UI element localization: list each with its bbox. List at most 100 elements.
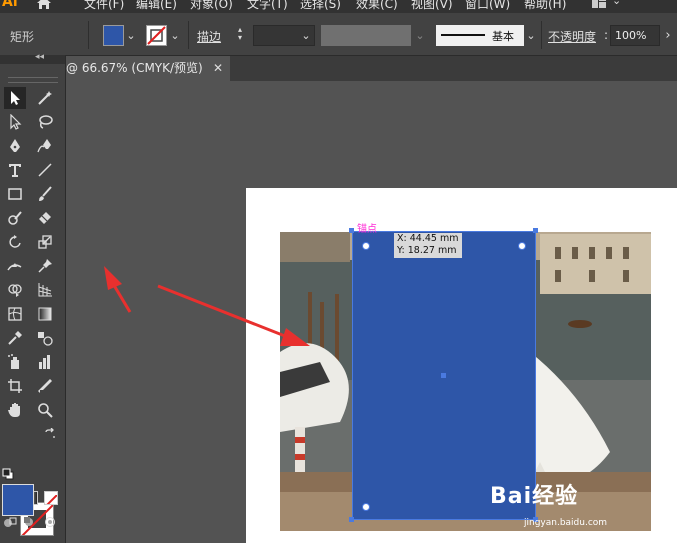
rectangle-tool[interactable]: [4, 183, 26, 205]
no-stroke-icon: [147, 26, 166, 45]
line-icon: [38, 163, 52, 177]
zoom-icon: [38, 403, 53, 418]
type-tool[interactable]: [4, 159, 26, 181]
paintbrush-icon: [39, 186, 52, 201]
current-tool-name: 矩形: [10, 30, 35, 44]
divider: [541, 21, 542, 49]
shaper-icon: [8, 211, 22, 225]
direct-selection-tool[interactable]: [4, 111, 26, 133]
corner-widget[interactable]: [362, 242, 370, 250]
magic-wand-tool[interactable]: [34, 87, 56, 109]
baidu-watermark: Bai经验: [490, 478, 578, 510]
fill-swatch[interactable]: [103, 25, 124, 46]
gradient-icon: [38, 307, 52, 321]
swap-fill-stroke-icon[interactable]: [44, 428, 56, 440]
default-fill-stroke-icon[interactable]: [2, 468, 14, 480]
perspective-grid-icon: [38, 283, 52, 297]
eyedropper-icon: [8, 331, 22, 345]
stroke-dropdown[interactable]: ⌄: [168, 25, 182, 46]
mesh-icon: [8, 307, 22, 321]
hand-tool[interactable]: [4, 399, 26, 421]
artboard-tool[interactable]: [4, 375, 26, 397]
bounding-box-handle[interactable]: [349, 228, 354, 233]
menu-select[interactable]: 选择(S): [300, 0, 341, 12]
menu-window[interactable]: 窗口(W): [465, 0, 510, 12]
scale-tool[interactable]: [34, 231, 56, 253]
line-segment-tool[interactable]: [34, 159, 56, 181]
fill-color-box[interactable]: [2, 484, 34, 516]
width-tool[interactable]: [4, 255, 26, 277]
draw-inside-icon[interactable]: [43, 516, 57, 528]
brush-dropdown[interactable]: ⌄: [524, 25, 538, 46]
smart-guide-anchor-label: 锚点: [357, 224, 377, 235]
watermark-url: jingyan.baidu.com: [524, 518, 608, 528]
menu-help[interactable]: 帮助(H): [524, 0, 566, 12]
workspace-icon[interactable]: [592, 0, 606, 8]
opacity-label[interactable]: 不透明度: [548, 28, 596, 45]
stroke-weight-stepper[interactable]: ▴ ▾: [238, 26, 242, 42]
none-mode-button[interactable]: [44, 491, 58, 505]
paintbrush-tool[interactable]: [34, 183, 56, 205]
eraser-icon: [39, 212, 51, 224]
collapse-panel-icon[interactable]: ◂◂: [35, 52, 44, 62]
divider: [88, 21, 89, 49]
menu-view[interactable]: 视图(V): [411, 0, 453, 12]
slice-tool[interactable]: [34, 375, 56, 397]
stroke-weight-dropdown[interactable]: ⌄: [299, 25, 313, 46]
stroke-preview-line: [441, 34, 485, 36]
symbol-sprayer-tool[interactable]: [4, 351, 26, 373]
curvature-tool[interactable]: [34, 135, 56, 157]
menu-type[interactable]: 文字(T): [247, 0, 288, 12]
panel-grip[interactable]: [8, 77, 58, 83]
center-point[interactable]: [441, 373, 446, 378]
panel-header: ◂◂: [0, 52, 65, 64]
eraser-tool[interactable]: [34, 207, 56, 229]
stroke-swatch[interactable]: [146, 25, 167, 46]
lasso-icon: [39, 115, 53, 129]
blend-tool[interactable]: [34, 327, 56, 349]
zoom-tool[interactable]: [34, 399, 56, 421]
selection-tool[interactable]: [4, 87, 26, 109]
draw-normal-icon[interactable]: [3, 516, 17, 528]
document-tab[interactable]: @ 66.67% (CMYK/预览) ✕: [66, 56, 230, 81]
rectangle-icon: [8, 188, 22, 200]
opacity-input[interactable]: 100%: [610, 25, 660, 46]
puppet-warp-tool[interactable]: [34, 255, 56, 277]
profile-dropdown[interactable]: ⌄: [413, 25, 427, 46]
pen-tool[interactable]: [4, 135, 26, 157]
shape-builder-tool[interactable]: [4, 279, 26, 301]
corner-widget[interactable]: [362, 503, 370, 511]
brush-definition-label: 基本: [492, 30, 514, 43]
lasso-tool[interactable]: [34, 111, 56, 133]
none-icon: [46, 494, 57, 504]
opacity-expand-icon[interactable]: ›: [661, 25, 675, 46]
shaper-tool[interactable]: [4, 207, 26, 229]
divider: [188, 21, 189, 49]
close-icon[interactable]: ✕: [213, 56, 223, 81]
brush-definition[interactable]: 基本: [436, 25, 524, 46]
chevron-down-icon[interactable]: ⌄: [612, 0, 621, 7]
eyedropper-tool[interactable]: [4, 327, 26, 349]
variable-width-profile[interactable]: [321, 25, 411, 46]
menu-object[interactable]: 对象(O): [190, 0, 233, 12]
bounding-box-handle[interactable]: [533, 228, 538, 233]
perspective-grid-tool[interactable]: [34, 279, 56, 301]
mesh-tool[interactable]: [4, 303, 26, 325]
bounding-box-handle[interactable]: [349, 517, 354, 522]
rotate-tool[interactable]: [4, 231, 26, 253]
menu-file[interactable]: 文件(F): [84, 0, 124, 12]
symbol-sprayer-icon: [8, 354, 19, 369]
home-icon[interactable]: [36, 0, 52, 11]
stroke-label[interactable]: 描边: [197, 28, 221, 45]
fill-dropdown[interactable]: ⌄: [124, 25, 138, 46]
corner-widget[interactable]: [518, 242, 526, 250]
selection-arrow-icon: [11, 91, 20, 105]
menu-edit[interactable]: 编辑(E): [136, 0, 177, 12]
document-tab-bar: @ 66.67% (CMYK/预览) ✕: [66, 56, 677, 81]
type-icon: [9, 164, 21, 177]
gradient-tool[interactable]: [34, 303, 56, 325]
tools-panel: ◂◂: [0, 52, 66, 543]
column-graph-tool[interactable]: [34, 351, 56, 373]
draw-behind-icon[interactable]: [23, 516, 37, 528]
menu-effect[interactable]: 效果(C): [356, 0, 398, 12]
